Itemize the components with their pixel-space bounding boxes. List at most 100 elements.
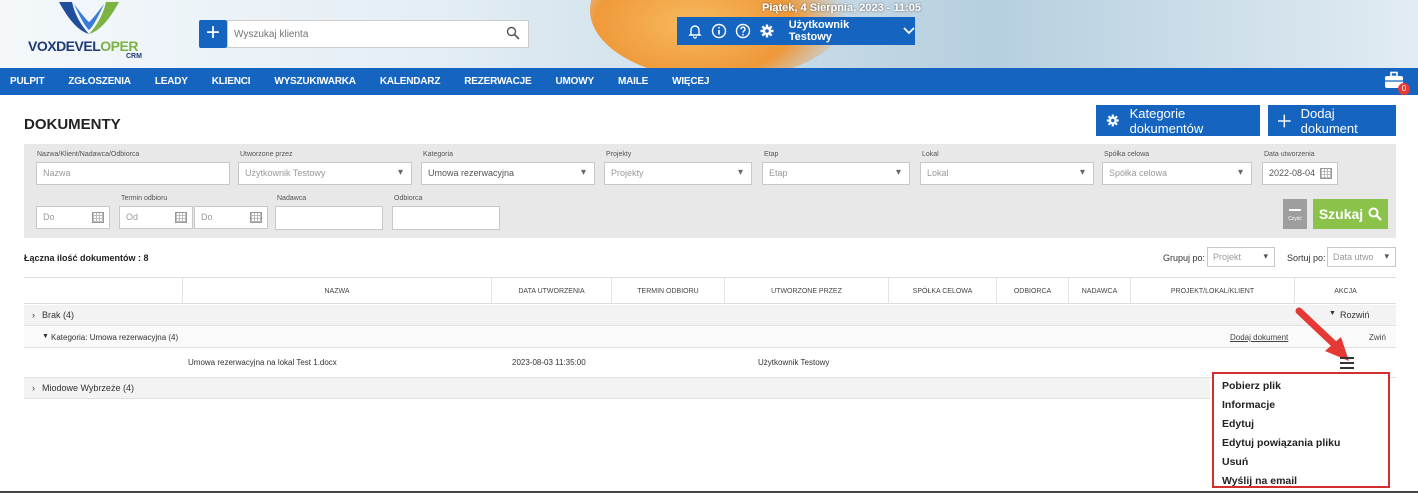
column-header-recipient[interactable]: ODBIORCA: [996, 278, 1068, 304]
nav-item-zgloszenia[interactable]: ZGŁOSZENIA: [68, 76, 131, 87]
gear-icon: [1106, 114, 1119, 127]
add-document-link[interactable]: Dodaj dokument: [1230, 333, 1288, 342]
group-by-label: Grupuj po:: [1163, 253, 1206, 263]
filter-od-input[interactable]: Od: [119, 206, 193, 229]
chevron-down-icon[interactable]: [903, 27, 915, 35]
nav-item-klienci[interactable]: KLIENCI: [212, 76, 251, 87]
filter-recipient-label: Odbiorca: [394, 195, 423, 202]
minus-icon: [1289, 209, 1301, 211]
filter-created-date-input[interactable]: 2022-08-04: [1262, 162, 1338, 185]
filter-created-by-select[interactable]: Użytkownik Testowy: [238, 162, 412, 185]
info-icon[interactable]: [709, 21, 729, 41]
user-bar: Użytkownik Testowy: [677, 17, 915, 45]
clear-filters-button[interactable]: Czyść: [1283, 199, 1307, 229]
filter-projects-label: Projekty: [606, 151, 632, 158]
nav-item-leady[interactable]: LEADY: [155, 76, 188, 87]
filter-projects-select[interactable]: Projekty: [604, 162, 752, 185]
add-client-button[interactable]: +: [199, 20, 227, 48]
nav-item-rezerwacje[interactable]: REZERWACJE: [464, 76, 531, 87]
column-header-company[interactable]: SPÓŁKA CELOWA: [888, 278, 996, 304]
chevron-down-icon[interactable]: ▼: [42, 333, 49, 340]
filter-company-select[interactable]: Spółka celowa: [1102, 162, 1252, 185]
column-header-created-by[interactable]: UTWORZONE PRZEZ: [724, 278, 888, 304]
sort-by-label: Sortuj po:: [1287, 253, 1326, 263]
help-icon[interactable]: [733, 21, 753, 41]
filter-do1-placeholder: Do: [43, 212, 55, 222]
logo-text: VOXDEVELOPER: [28, 38, 138, 54]
gear-icon[interactable]: [757, 21, 777, 41]
filter-od-placeholder: Od: [126, 212, 139, 222]
filter-stage-label: Etap: [764, 151, 779, 158]
column-header-action: AKCJA: [1294, 278, 1396, 304]
search-icon[interactable]: [506, 26, 520, 40]
column-header-created-date[interactable]: DATA UTWORZENIA: [491, 278, 611, 304]
category-row[interactable]: ▼ Kategoria: Umowa rezerwacyjna (4) Doda…: [24, 327, 1396, 348]
calendar-icon[interactable]: [175, 212, 187, 223]
filter-deadline-label: Termin odbioru: [121, 195, 168, 202]
calendar-icon[interactable]: [92, 212, 104, 223]
current-date: Piątek, 4 Sierpnia, 2023 - 11:05: [762, 2, 921, 14]
total-documents: Łączna ilość dokumentów : 8: [24, 253, 149, 263]
filter-recipient-input[interactable]: [392, 206, 500, 230]
filter-sender-input[interactable]: [275, 206, 383, 230]
collapse-link[interactable]: Zwiń: [1369, 333, 1386, 342]
nav-item-pulpit[interactable]: PULPIT: [10, 76, 45, 87]
calendar-icon[interactable]: [1320, 168, 1332, 179]
group-by-select[interactable]: Projekt: [1207, 247, 1275, 267]
page-title: DOKUMENTY: [24, 116, 121, 133]
top-header: VOXDEVELOPER CRM + Piątek, 4 Sierpnia, 2…: [0, 0, 1418, 68]
logo-crm: CRM: [126, 53, 142, 60]
user-name[interactable]: Użytkownik Testowy: [789, 19, 895, 43]
document-categories-label: Kategorie dokumentów: [1129, 105, 1204, 136]
filter-sender-label: Nadawca: [277, 195, 307, 202]
filter-do1-input[interactable]: Do: [36, 206, 110, 229]
menu-item-edit[interactable]: Edytuj: [1222, 415, 1388, 434]
group-row-brak[interactable]: › Brak (4) ▼ Rozwiń: [24, 305, 1396, 326]
group-title: Brak (4): [42, 310, 75, 320]
chevron-right-icon[interactable]: ›: [32, 383, 35, 393]
document-name[interactable]: Umowa rezerwacyjna na lokal Test 1.docx: [188, 358, 337, 367]
cart-button[interactable]: 0: [1384, 71, 1410, 95]
menu-item-delete[interactable]: Usuń: [1222, 453, 1388, 472]
column-header-expander: [24, 278, 182, 304]
menu-item-send-email[interactable]: Wyślij na email: [1222, 472, 1388, 491]
cart-count-badge: 0: [1398, 83, 1410, 95]
menu-item-info[interactable]: Informacje: [1222, 396, 1388, 415]
bell-icon[interactable]: [685, 21, 705, 41]
nav-item-kalendarz[interactable]: KALENDARZ: [380, 76, 441, 87]
nav-item-umowy[interactable]: UMOWY: [556, 76, 595, 87]
nav-item-maile[interactable]: MAILE: [618, 76, 648, 87]
search-button[interactable]: Szukaj: [1313, 199, 1388, 229]
clear-filters-label: Czyść: [1288, 216, 1302, 222]
nav-item-wyszukiwarka[interactable]: WYSZUKIWARKA: [274, 76, 356, 87]
add-document-button[interactable]: Dodaj dokument: [1268, 105, 1396, 136]
column-header-name[interactable]: NAZWA: [182, 278, 491, 304]
sort-by-select[interactable]: Data utwo: [1327, 247, 1396, 267]
calendar-icon[interactable]: [250, 212, 262, 223]
table-row[interactable]: Umowa rezerwacyjna na lokal Test 1.docx …: [24, 348, 1396, 378]
category-title: Kategoria: Umowa rezerwacyjna (4): [51, 333, 179, 342]
client-search-input[interactable]: [228, 21, 488, 47]
document-created-date: 2023-08-03 11:35:00: [512, 358, 586, 367]
column-header-project[interactable]: PROJEKT/LOKAL/KLIENT: [1130, 278, 1294, 304]
filter-stage-select[interactable]: Etap: [762, 162, 910, 185]
menu-item-download[interactable]: Pobierz plik: [1222, 377, 1388, 396]
column-header-deadline[interactable]: TERMIN ODBIORU: [611, 278, 724, 304]
client-search: [227, 20, 529, 48]
filter-company-label: Spółka celowa: [1104, 151, 1150, 158]
column-header-sender[interactable]: NADAWCA: [1068, 278, 1130, 304]
row-action-menu-icon[interactable]: [1340, 357, 1354, 369]
filter-name-input[interactable]: Nazwa: [36, 162, 230, 185]
main-nav: PULPIT ZGŁOSZENIA LEADY KLIENCI WYSZUKIW…: [0, 68, 1418, 95]
context-menu: Pobierz plik Informacje Edytuj Edytuj po…: [1212, 372, 1390, 488]
document-author: Użytkownik Testowy: [758, 358, 830, 367]
group-row-miodowe[interactable]: › Miodowe Wybrzeże (4): [24, 378, 1210, 399]
filter-unit-select[interactable]: Lokal: [920, 162, 1094, 185]
chevron-right-icon[interactable]: ›: [32, 310, 35, 320]
menu-item-edit-links[interactable]: Edytuj powiązania pliku: [1222, 434, 1388, 453]
document-categories-button[interactable]: Kategorie dokumentów: [1096, 105, 1260, 136]
nav-item-wiecej[interactable]: WIĘCEJ: [672, 76, 709, 87]
filter-category-select[interactable]: Umowa rezerwacyjna: [421, 162, 595, 185]
logo[interactable]: VOXDEVELOPER CRM: [28, 0, 148, 62]
filter-do2-input[interactable]: Do: [194, 206, 268, 229]
